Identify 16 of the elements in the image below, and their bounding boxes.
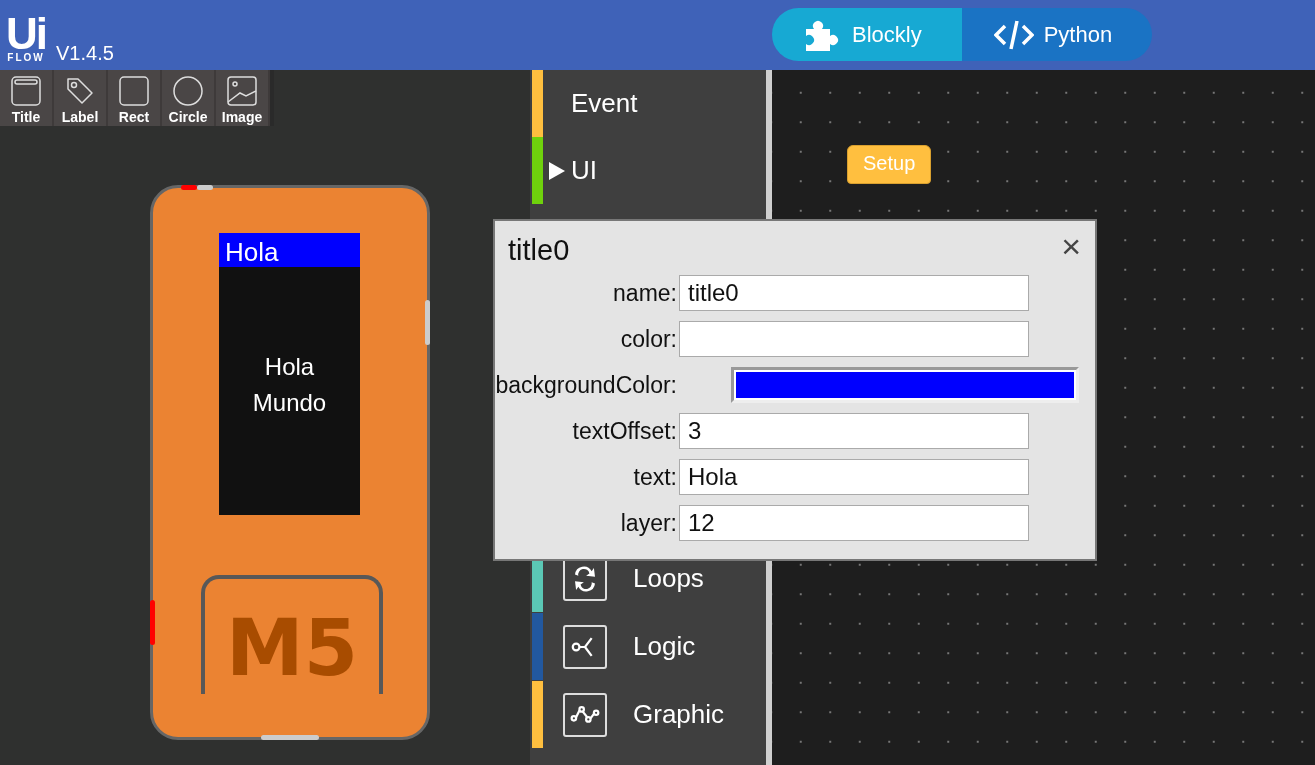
field-label: layer: (620, 509, 677, 537)
dialog-title: title0 (508, 234, 570, 267)
version-label: V1.4.5 (56, 42, 114, 65)
device-logo: M5 (226, 608, 358, 688)
category-label: Logic (633, 631, 696, 662)
field-label: color: (620, 325, 677, 353)
field-label: backgroundColor: (495, 371, 677, 399)
logo-subtitle: FLOW (7, 52, 45, 64)
logo: Ui (6, 16, 46, 52)
category-label: UI (571, 155, 597, 186)
category-label: Event (571, 88, 638, 119)
category-label: Graphic (633, 699, 725, 730)
field-label: text: (633, 463, 677, 491)
field-label: name: (613, 279, 677, 307)
category-label: Loops (633, 563, 704, 594)
field-label: textOffset: (572, 417, 677, 445)
